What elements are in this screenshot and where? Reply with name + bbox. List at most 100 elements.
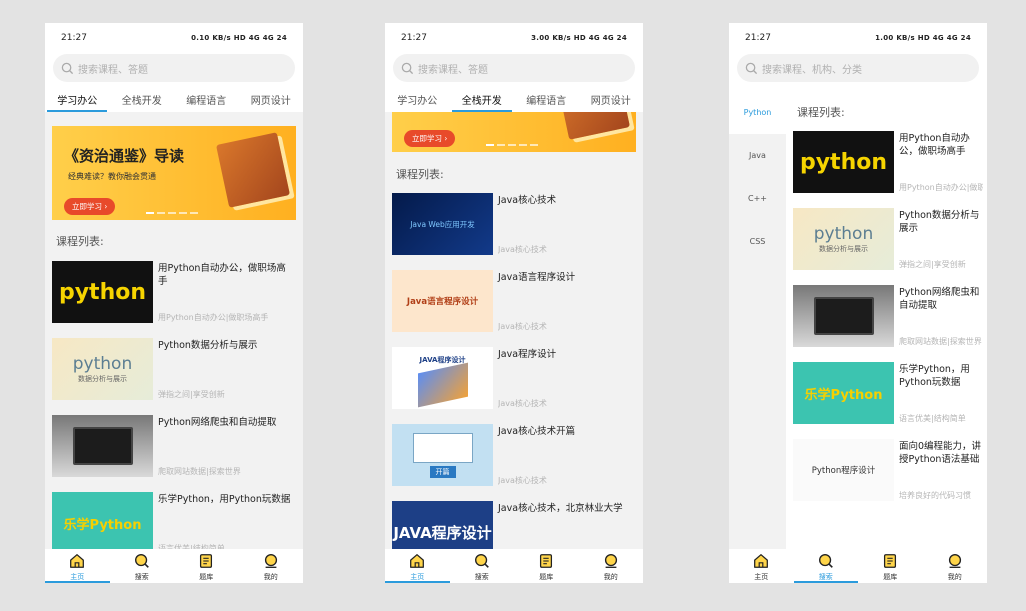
nav-search[interactable]: 搜索 <box>110 549 175 583</box>
bottom-nav: 主页 搜索 题库 我的 <box>45 549 303 583</box>
carousel-indicator <box>146 212 198 214</box>
course-card[interactable]: 开篇 Java核心技术开篇 Java核心技术 <box>392 424 636 487</box>
search-placeholder: 搜索课程、答题 <box>78 64 148 76</box>
sidebar-item-css[interactable]: CSS <box>729 220 786 263</box>
course-subtitle: 用Python自动办公|做职场高手 <box>158 313 269 322</box>
section-title: 课程列表: <box>56 235 104 248</box>
nav-label: 我的 <box>947 573 962 581</box>
banner-learn-button[interactable]: 立即学习 › <box>404 130 456 147</box>
course-thumbnail: Java Web应用开发 <box>392 193 493 255</box>
bottom-nav: 主页 搜索 题库 我的 <box>385 549 643 583</box>
sidebar-item-cpp[interactable]: C++ <box>729 177 786 220</box>
tab-web-design[interactable]: 网页设计 <box>581 85 641 112</box>
nav-search[interactable]: 搜索 <box>793 549 859 583</box>
course-card[interactable]: JAVA程序设计 Java程序设计 Java核心技术 <box>392 347 636 410</box>
banner-subtitle: 经典难读？教你融会贯通 <box>68 172 156 181</box>
course-card[interactable]: 乐学Python 乐学Python，用Python玩数据 语言优美|结构简单 <box>52 492 296 549</box>
banner-learn-button[interactable]: 立即学习 › <box>64 198 116 215</box>
tab-study-office[interactable]: 学习办公 <box>387 85 447 112</box>
status-indicators: 0.10 KB/s HD 4G 4G 24 <box>191 34 287 42</box>
course-title: 乐学Python，用Python玩数据 <box>899 364 970 388</box>
home-icon <box>754 554 769 568</box>
book-icon <box>540 554 553 568</box>
status-bar: 21:27 0.10 KB/s HD 4G 4G 24 <box>45 23 303 53</box>
nav-search[interactable]: 搜索 <box>450 549 515 583</box>
nav-home[interactable]: 主页 <box>45 549 110 583</box>
course-title: Python数据分析与展示 <box>158 340 258 351</box>
book-icon <box>884 554 897 568</box>
category-sidebar: Python Java C++ CSS <box>729 91 786 549</box>
promo-banner[interactable]: 立即学习 › <box>392 112 636 152</box>
tab-fullstack[interactable]: 全栈开发 <box>451 85 512 112</box>
nav-question-bank[interactable]: 题库 <box>514 549 579 583</box>
banner-title: 《资治通鉴》导读 <box>64 147 185 165</box>
course-subtitle: Java核心技术 <box>498 245 547 254</box>
course-card[interactable]: 乐学Python 乐学Python，用Python玩数据 语言优美|结构简单 <box>793 362 983 425</box>
book-illustration <box>216 132 290 208</box>
search-icon <box>61 62 74 74</box>
tab-programming-language[interactable]: 编程语言 <box>176 85 236 112</box>
search-input[interactable]: 搜索课程、答题 <box>53 54 295 82</box>
phone-screen-home-fullstack: 21:27 3.00 KB/s HD 4G 4G 24 搜索课程、答题 学习办公… <box>385 23 643 583</box>
status-indicators: 1.00 KB/s HD 4G 4G 24 <box>875 34 971 42</box>
tab-programming-language[interactable]: 编程语言 <box>516 85 576 112</box>
tab-study-office[interactable]: 学习办公 <box>47 85 108 112</box>
nav-question-bank[interactable]: 题库 <box>858 549 923 583</box>
course-thumbnail: python 数据分析与展示 <box>52 338 153 400</box>
course-subtitle: Java核心技术 <box>498 476 547 485</box>
course-title: Java核心技术开篇 <box>498 426 576 437</box>
nav-label: 题库 <box>539 573 554 581</box>
course-title: Python网络爬虫和自动提取 <box>158 417 277 428</box>
course-title: Java程序设计 <box>498 349 557 360</box>
course-card[interactable]: Python程序设计 面向0编程能力，讲授Python语法基础 培养良好的代码习… <box>793 439 983 502</box>
course-title: Java核心技术 <box>498 195 557 206</box>
course-card[interactable]: python 用Python自动办公，做职场高手 用Python自动办公|做职场… <box>52 261 296 324</box>
course-card[interactable]: python 数据分析与展示 Python数据分析与展示 弹指之间|享受创新 <box>793 208 983 271</box>
status-time: 21:27 <box>745 33 771 43</box>
nav-home[interactable]: 主页 <box>729 549 794 583</box>
nav-label: 搜索 <box>474 573 489 581</box>
sidebar-item-java[interactable]: Java <box>729 134 786 177</box>
course-title: 用Python自动办公，做职场高手 <box>899 133 970 157</box>
nav-profile[interactable]: 我的 <box>923 549 988 583</box>
thumb-text: 开篇 <box>429 465 456 478</box>
bottom-nav: 主页 搜索 题库 我的 <box>729 549 987 583</box>
course-title: 乐学Python，用Python玩数据 <box>158 494 291 505</box>
course-subtitle: Java核心技术 <box>498 399 547 408</box>
course-title: Python网络爬虫和自动提取 <box>899 287 980 311</box>
course-title: Java语言程序设计 <box>498 272 576 283</box>
home-icon <box>410 554 425 568</box>
course-card[interactable]: JAVA程序设计 Java核心技术，北京林业大学 <box>392 501 636 549</box>
category-tabs: 学习办公 全栈开发 编程语言 网页设计 <box>45 85 303 112</box>
course-card[interactable]: python 数据分析与展示 Python数据分析与展示 弹指之间|享受创新 <box>52 338 296 401</box>
course-card[interactable]: Java Web应用开发 Java核心技术 Java核心技术 <box>392 193 636 256</box>
nav-home[interactable]: 主页 <box>385 549 450 583</box>
tab-fullstack[interactable]: 全栈开发 <box>112 85 172 112</box>
nav-label: 主页 <box>70 573 85 581</box>
search-icon <box>474 554 489 568</box>
course-thumbnail <box>52 415 153 477</box>
course-card[interactable]: python 用Python自动办公，做职场高手 用Python自动办公|做职场… <box>793 131 983 194</box>
course-card[interactable]: Python网络爬虫和自动提取 爬取网站数据|探索世界 <box>793 285 983 348</box>
course-thumbnail <box>793 285 894 347</box>
course-title: 面向0编程能力，讲授Python语法基础 <box>899 441 982 465</box>
course-card[interactable]: Java语言程序设计 Java语言程序设计 Java核心技术 <box>392 270 636 333</box>
nav-label: 搜索 <box>134 573 149 581</box>
course-card[interactable]: Python网络爬虫和自动提取 爬取网站数据|探索世界 <box>52 415 296 478</box>
nav-profile[interactable]: 我的 <box>239 549 304 583</box>
search-input[interactable]: 搜索课程、机构、分类 <box>737 54 979 82</box>
search-icon <box>134 554 149 568</box>
course-title: 用Python自动办公，做职场高手 <box>158 263 286 287</box>
sidebar-item-python[interactable]: Python <box>729 91 786 134</box>
course-thumbnail: 乐学Python <box>52 492 153 549</box>
nav-profile[interactable]: 我的 <box>579 549 644 583</box>
course-thumbnail: JAVA程序设计 <box>392 501 493 549</box>
tab-web-design[interactable]: 网页设计 <box>241 85 301 112</box>
nav-label: 主页 <box>754 573 769 581</box>
search-input[interactable]: 搜索课程、答题 <box>393 54 635 82</box>
course-thumbnail: Java语言程序设计 <box>392 270 493 332</box>
promo-banner[interactable]: 《资治通鉴》导读 经典难读？教你融会贯通 立即学习 › <box>52 126 296 220</box>
nav-question-bank[interactable]: 题库 <box>174 549 239 583</box>
course-subtitle: 爬取网站数据|探索世界 <box>158 467 241 476</box>
content-area: 立即学习 › 课程列表: Java Web应用开发 Java核心技术 Java核… <box>385 112 643 549</box>
